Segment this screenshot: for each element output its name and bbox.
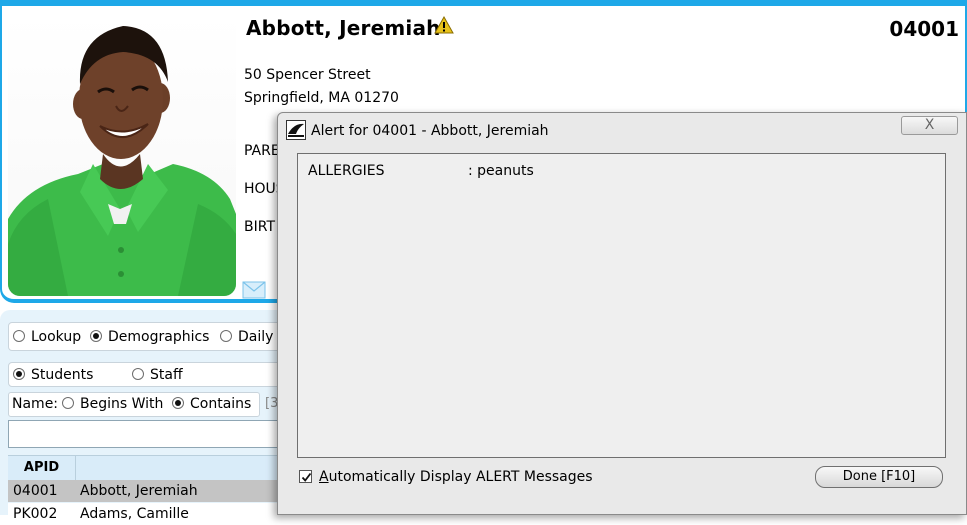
alert-message-box: ALLERGIES : peanuts [297, 153, 946, 458]
radio-icon [13, 330, 25, 342]
mode-demographics-radio[interactable]: Demographics [90, 329, 209, 345]
students-label: Students [31, 367, 94, 383]
alert-value: : peanuts [468, 163, 534, 179]
name-filter-label: Name: [12, 396, 59, 412]
contains-label: Contains [190, 396, 252, 412]
staff-radio[interactable]: Staff [132, 367, 183, 383]
cell-name: Adams, Camille [80, 506, 189, 522]
mode-daily-label: Daily [238, 329, 274, 345]
staff-label: Staff [150, 367, 183, 383]
alert-key: ALLERGIES [308, 163, 385, 179]
address-line-2: Springfield, MA 01270 [244, 90, 399, 106]
checkmark-icon [301, 472, 312, 482]
auto-display-accesskey: A [319, 469, 329, 485]
address-line-1: 50 Spencer Street [244, 67, 371, 83]
radio-icon [132, 368, 144, 380]
dialog-titlebar[interactable]: Alert for 04001 - Abbott, Jeremiah X [278, 113, 966, 147]
cell-name: Abbott, Jeremiah [80, 483, 198, 499]
begins-with-label: Begins With [80, 396, 164, 412]
done-button[interactable]: Done [F10] [815, 466, 943, 488]
mode-lookup-label: Lookup [31, 329, 82, 345]
mode-demographics-label: Demographics [108, 329, 210, 345]
mail-icon[interactable] [242, 281, 266, 299]
auto-display-label[interactable]: Automatically Display ALERT Messages [319, 469, 593, 485]
radio-selected-icon [90, 330, 102, 342]
contains-radio[interactable]: Contains [172, 396, 251, 412]
students-radio[interactable]: Students [13, 367, 93, 383]
radio-selected-icon [13, 368, 25, 380]
dialog-app-icon [286, 120, 306, 140]
close-icon: X [924, 117, 935, 133]
radio-selected-icon [172, 397, 184, 409]
parent-label: PARE [244, 143, 280, 159]
mode-daily-radio[interactable]: Daily [220, 329, 273, 345]
table-header: APID [8, 455, 300, 481]
dialog-title: Alert for 04001 - Abbott, Jeremiah [311, 123, 549, 139]
student-photo [8, 14, 236, 296]
column-header-apid[interactable]: APID [8, 456, 76, 480]
radio-icon [220, 330, 232, 342]
cell-apid: PK002 [13, 506, 58, 522]
auto-display-text: utomatically Display ALERT Messages [328, 469, 593, 485]
alert-dialog: Alert for 04001 - Abbott, Jeremiah X ALL… [277, 112, 967, 515]
table-row[interactable]: 04001 Abbott, Jeremiah [8, 480, 300, 502]
student-name: Abbott, Jeremiah [246, 16, 441, 40]
begins-with-radio[interactable]: Begins With [62, 396, 163, 412]
cell-apid: 04001 [13, 483, 58, 499]
close-button[interactable]: X [901, 116, 958, 135]
auto-display-checkbox[interactable] [299, 470, 312, 483]
warning-icon[interactable] [434, 16, 454, 34]
radio-icon [62, 397, 74, 409]
birthdate-label: BIRT [244, 219, 275, 235]
student-id: 04001 [889, 17, 959, 41]
table-row[interactable]: PK002 Adams, Camille [8, 503, 300, 525]
mode-lookup-radio[interactable]: Lookup [13, 329, 81, 345]
search-input[interactable] [8, 420, 298, 448]
